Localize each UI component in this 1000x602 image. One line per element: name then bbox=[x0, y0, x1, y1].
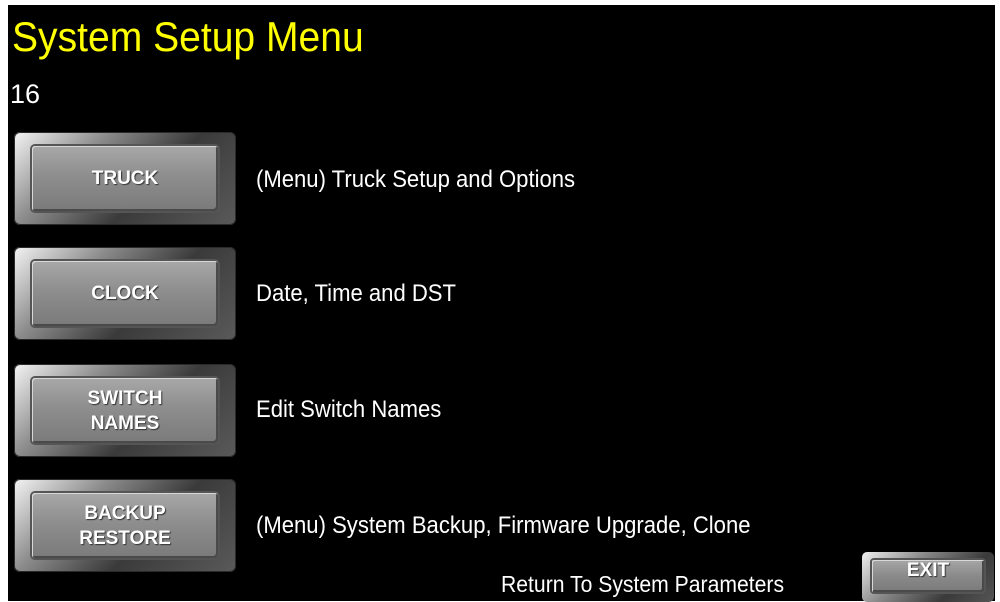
exit-button[interactable]: EXIT bbox=[862, 552, 994, 602]
switch-names-button[interactable]: SWITCH NAMES bbox=[14, 364, 236, 457]
truck-button[interactable]: TRUCK bbox=[14, 132, 236, 225]
clock-button[interactable]: CLOCK bbox=[14, 247, 236, 340]
exit-button-label: EXIT bbox=[906, 560, 950, 581]
return-to-system-parameters-text: Return To System Parameters bbox=[501, 571, 785, 597]
page-number: 16 bbox=[10, 79, 41, 109]
clock-button-label: CLOCK bbox=[91, 283, 159, 304]
truck-button-label: TRUCK bbox=[91, 168, 159, 189]
clock-button-face[interactable]: CLOCK bbox=[32, 261, 218, 326]
switch-names-button-face[interactable]: SWITCH NAMES bbox=[32, 378, 218, 443]
switch-names-description: Edit Switch Names bbox=[256, 396, 442, 423]
screen: System Setup Menu 16 TRUCK (Menu) Truck … bbox=[0, 0, 1000, 602]
truck-description: (Menu) Truck Setup and Options bbox=[256, 166, 576, 193]
switch-names-button-label: SWITCH NAMES bbox=[87, 387, 163, 434]
backup-restore-button-label: BACKUP RESTORE bbox=[79, 502, 171, 549]
backup-restore-description: (Menu) System Backup, Firmware Upgrade, … bbox=[256, 512, 751, 539]
page-title: System Setup Menu bbox=[12, 13, 364, 60]
backup-restore-button-face[interactable]: BACKUP RESTORE bbox=[32, 493, 218, 558]
exit-button-face[interactable]: EXIT bbox=[872, 560, 984, 592]
clock-description: Date, Time and DST bbox=[256, 280, 457, 307]
backup-restore-button[interactable]: BACKUP RESTORE bbox=[14, 479, 236, 572]
truck-button-face[interactable]: TRUCK bbox=[32, 146, 218, 211]
menu-panel: System Setup Menu 16 TRUCK (Menu) Truck … bbox=[8, 5, 995, 601]
